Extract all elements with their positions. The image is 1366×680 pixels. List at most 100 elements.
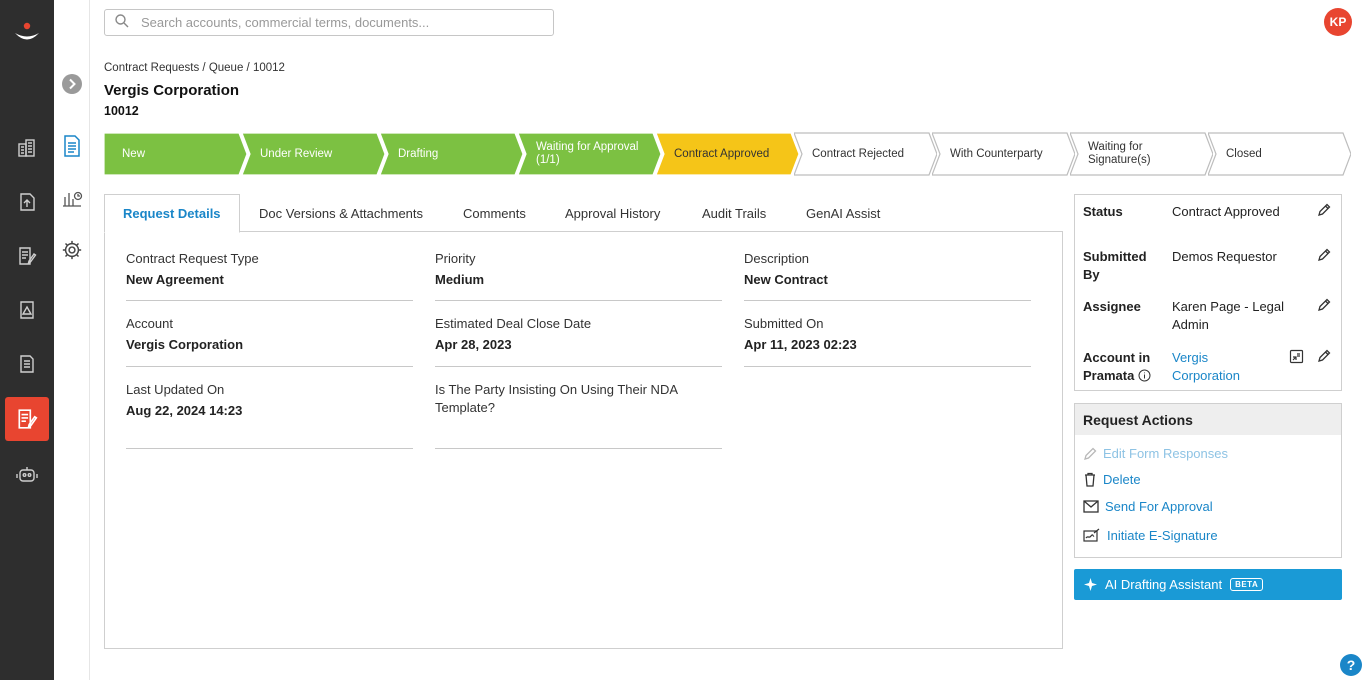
sparkle-icon [1084, 578, 1097, 591]
envelope-icon [1083, 500, 1099, 513]
request-actions-title: Request Actions [1075, 404, 1341, 435]
field-value: New Agreement [126, 272, 224, 287]
summary-row-assignee: Assignee Karen Page - Legal Admin [1083, 298, 1338, 334]
step-label: Waiting for Signature(s) [1088, 141, 1151, 166]
account-link[interactable]: Vergis Corporation [1172, 349, 1262, 385]
action-label: Delete [1103, 472, 1141, 487]
upload-nav-icon[interactable] [5, 180, 49, 224]
edit-pencil-icon[interactable] [1317, 349, 1331, 366]
step-closed: Closed [1208, 132, 1351, 176]
field-priority: Priority Medium [435, 250, 722, 301]
step-label: Waiting for Approval (1/1) [536, 141, 639, 166]
tab-request-details[interactable]: Request Details [104, 194, 240, 233]
contract-requests-nav-icon[interactable] [5, 397, 49, 441]
field-label: Priority [435, 251, 476, 266]
request-id: 10012 [104, 104, 139, 118]
tab-genai-assist[interactable]: GenAI Assist [788, 194, 898, 232]
tab-doc-versions[interactable]: Doc Versions & Attachments [241, 194, 441, 232]
step-label: Under Review [260, 147, 333, 160]
field-value: Apr 11, 2023 02:23 [744, 337, 857, 352]
summary-value: Demos Requestor [1172, 249, 1277, 264]
field-value: Apr 28, 2023 [435, 337, 512, 352]
trash-icon [1085, 472, 1095, 487]
status-stepper: New Under Review Drafting Waiting for Appro… [104, 132, 1354, 176]
pencil-icon [1084, 447, 1097, 460]
edit-document-nav-icon[interactable] [5, 234, 49, 278]
search-input[interactable] [141, 15, 521, 30]
field-contract-request-type: Contract Request Type New Agreement [126, 250, 413, 301]
summary-label: Submitted By [1083, 249, 1147, 282]
step-label: Contract Approved [674, 147, 770, 160]
step-label: Closed [1226, 147, 1262, 160]
main-content: Contract Requests / Queue / 10012 Vergis… [90, 44, 1366, 680]
beta-badge: BETA [1230, 578, 1264, 591]
field-submitted-on: Submitted On Apr 11, 2023 02:23 [744, 315, 1031, 367]
accounts-nav-icon[interactable] [5, 126, 49, 170]
summary-row-status: Status Contract Approved [1083, 203, 1338, 223]
request-summary-card: Status Contract Approved Submitted By De… [1074, 194, 1342, 391]
field-label: Is The Party Insisting On Using Their ND… [435, 382, 678, 415]
step-label: Drafting [398, 147, 439, 160]
delete-action[interactable]: Delete [1083, 472, 1141, 487]
signature-icon [1083, 528, 1100, 542]
summary-label: Account in Pramata [1083, 349, 1155, 387]
info-icon[interactable] [1138, 369, 1151, 387]
field-value: Aug 22, 2024 14:23 [126, 403, 243, 418]
breadcrumb[interactable]: Contract Requests / Queue / 10012 [104, 62, 285, 74]
field-description: Description New Contract [744, 250, 1031, 301]
tab-audit-trails[interactable]: Audit Trails [684, 194, 784, 232]
step-label: With Counterparty [950, 147, 1043, 160]
step-label: Contract Rejected [812, 147, 905, 160]
edit-form-responses-action[interactable]: Edit Form Responses [1083, 446, 1228, 461]
initiate-esignature-action[interactable]: Initiate E-Signature [1083, 528, 1218, 543]
edit-pencil-icon[interactable] [1317, 248, 1331, 265]
edit-pencil-icon[interactable] [1317, 298, 1331, 315]
summary-value: Contract Approved [1172, 204, 1280, 219]
help-button[interactable]: ? [1340, 654, 1362, 676]
settings-gear-icon[interactable] [60, 238, 84, 262]
user-avatar[interactable]: KP [1324, 8, 1352, 36]
tab-comments[interactable]: Comments [445, 194, 544, 232]
step-under-review: Under Review [242, 132, 385, 176]
field-value: Medium [435, 272, 485, 287]
tab-approval-history[interactable]: Approval History [547, 194, 678, 232]
page-title: Vergis Corporation [104, 82, 240, 99]
field-label: Contract Request Type [126, 251, 259, 266]
expand-chevron-icon[interactable] [60, 72, 84, 96]
analytics-icon[interactable] [60, 186, 84, 210]
bot-nav-icon[interactable] [5, 452, 49, 496]
summary-label: Assignee [1083, 299, 1141, 314]
top-bar: KP [90, 0, 1366, 44]
action-label: Send For Approval [1105, 499, 1213, 514]
app-logo[interactable] [13, 22, 41, 44]
summary-row-account-in-pramata: Account in Pramata Vergis Corporation [1083, 349, 1338, 385]
search-icon [115, 14, 129, 31]
field-estimated-close-date: Estimated Deal Close Date Apr 28, 2023 [435, 315, 722, 367]
summary-row-submitted-by: Submitted By Demos Requestor [1083, 248, 1338, 284]
open-account-icon[interactable] [1289, 349, 1304, 367]
warning-document-nav-icon[interactable] [5, 288, 49, 332]
app-nav-rail [0, 0, 54, 680]
edit-pencil-icon[interactable] [1317, 203, 1331, 220]
secondary-nav-rail [54, 0, 90, 680]
field-label: Submitted On [744, 316, 824, 331]
send-for-approval-action[interactable]: Send For Approval [1083, 499, 1213, 514]
step-drafting: Drafting [380, 132, 523, 176]
ai-drafting-assistant-button[interactable]: AI Drafting Assistant BETA [1074, 569, 1342, 600]
summary-label: Status [1083, 204, 1123, 219]
report-nav-icon[interactable] [5, 342, 49, 386]
field-label: Estimated Deal Close Date [435, 316, 592, 331]
document-list-icon[interactable] [60, 134, 84, 158]
step-new: New [104, 132, 247, 176]
field-last-updated-on: Last Updated On Aug 22, 2024 14:23 [126, 381, 413, 449]
field-value: New Contract [744, 272, 828, 287]
summary-value: Karen Page - Legal Admin [1172, 299, 1285, 332]
step-waiting-for-approval-1-1: Waiting for Approval (1/1) [518, 132, 661, 176]
action-label: Edit Form Responses [1103, 446, 1228, 461]
global-search[interactable] [104, 9, 554, 36]
step-label: New [122, 147, 146, 160]
ai-button-label: AI Drafting Assistant [1105, 577, 1223, 592]
step-with-counterparty: With Counterparty [932, 132, 1075, 176]
field-label: Last Updated On [126, 382, 225, 397]
field-nda-template: Is The Party Insisting On Using Their ND… [435, 381, 722, 449]
